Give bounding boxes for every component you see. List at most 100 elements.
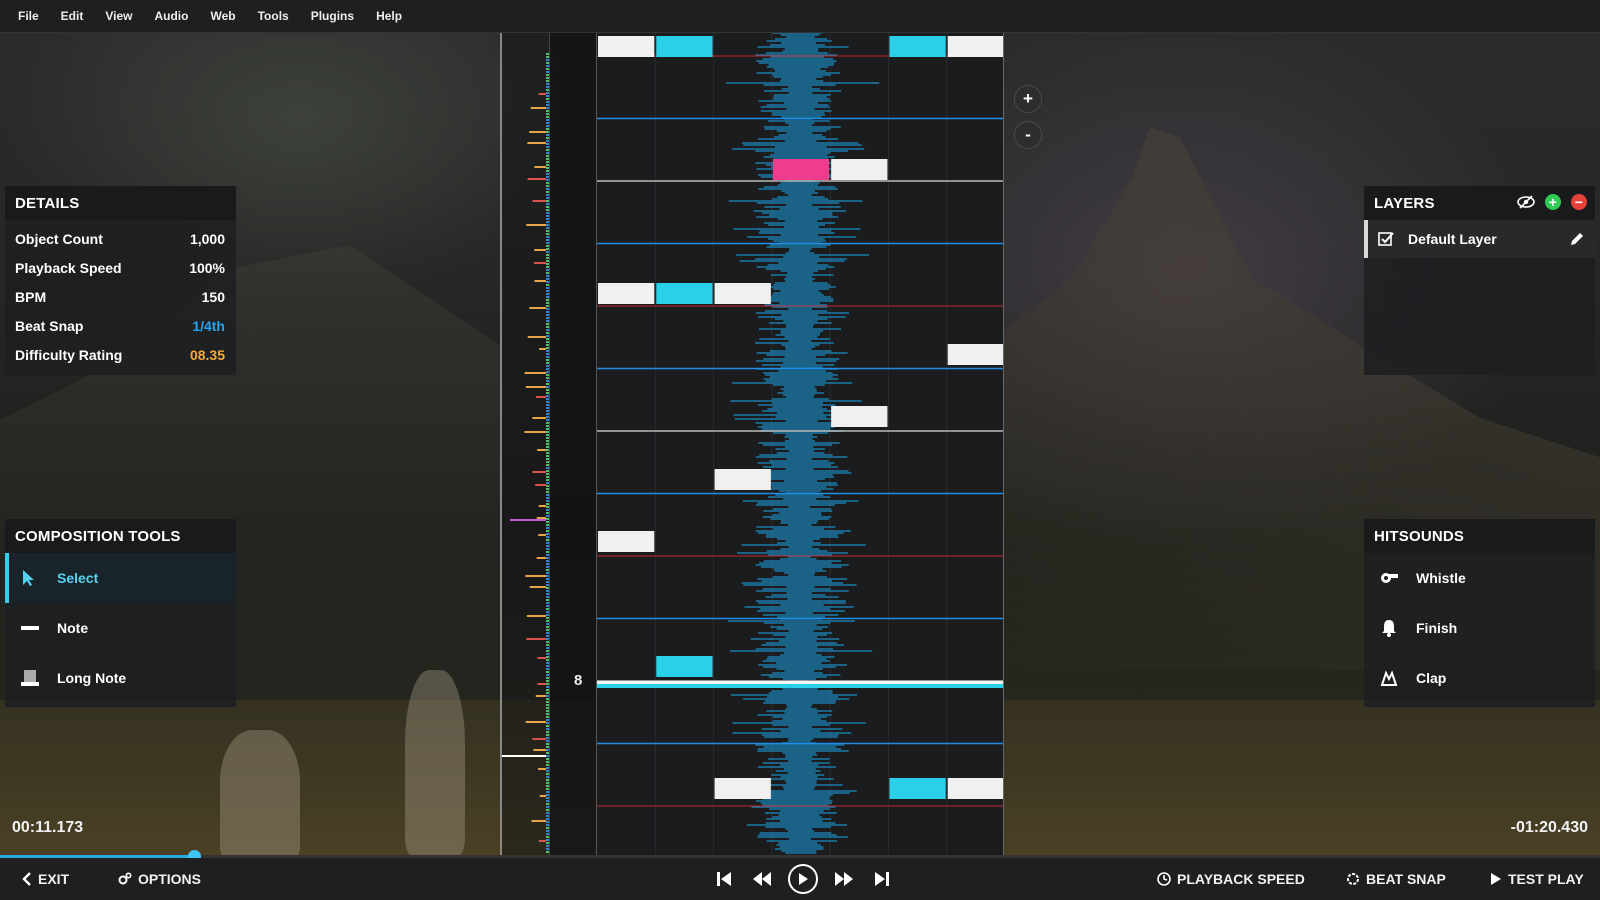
timeline-marker <box>546 602 549 604</box>
timeline-marker <box>546 620 549 622</box>
timeline-marker <box>546 827 549 829</box>
tool-label: Select <box>57 570 99 586</box>
note <box>831 159 888 180</box>
bottom-bar: EXIT OPTIONS PLAYBACK SPEED BEAT SNAP TE… <box>0 858 1600 900</box>
timeline-marker <box>526 638 546 640</box>
menu-tools[interactable]: Tools <box>258 9 289 23</box>
rewind-button[interactable] <box>750 867 774 891</box>
skip-to-end-button[interactable] <box>870 867 894 891</box>
menu-edit[interactable]: Edit <box>61 9 84 23</box>
hitsound-label: Clap <box>1416 670 1447 686</box>
remaining-time: -01:20.430 <box>1510 819 1588 836</box>
zoom-out-button[interactable]: - <box>1014 121 1042 149</box>
timeline-marker <box>546 665 549 667</box>
fast-forward-button[interactable] <box>832 867 856 891</box>
timeline-marker <box>546 812 549 814</box>
timeline-marker <box>546 449 549 451</box>
tool-select[interactable]: Select <box>5 553 236 603</box>
hitsound-whistle[interactable]: Whistle <box>1364 553 1595 603</box>
detail-value: 1/4th <box>192 317 225 334</box>
hitsound-clap[interactable]: Clap <box>1364 653 1595 703</box>
timeline-marker <box>525 721 546 723</box>
exit-label: EXIT <box>38 871 70 887</box>
background-figure <box>220 730 300 860</box>
timeline-marker <box>546 422 549 424</box>
timeline-marker <box>534 166 546 168</box>
tool-note[interactable]: Note <box>5 603 236 653</box>
layer-actions: + − <box>1517 194 1587 214</box>
timeline-marker <box>546 641 549 643</box>
zoom-in-button[interactable]: + <box>1014 85 1042 113</box>
timeline-marker <box>546 851 549 853</box>
timeline-marker <box>546 206 549 208</box>
timeline-marker <box>546 266 549 268</box>
timeline-marker <box>546 611 549 613</box>
timeline-marker <box>525 386 546 388</box>
timeline-marker <box>546 227 549 229</box>
menu-web[interactable]: Web <box>210 9 235 23</box>
note <box>831 406 888 427</box>
hide-layer-icon[interactable] <box>1517 194 1535 214</box>
tool-label: Note <box>57 620 89 636</box>
menu-audio[interactable]: Audio <box>154 9 188 23</box>
note <box>714 469 771 490</box>
timeline-marker <box>546 134 549 136</box>
timeline-marker <box>546 746 549 748</box>
beat-number: 8 <box>574 672 583 689</box>
timeline-marker <box>546 155 549 157</box>
timeline-marker <box>546 110 549 112</box>
timeline-marker <box>546 755 549 757</box>
timeline-marker <box>546 830 549 832</box>
timeline-marker <box>546 557 549 559</box>
rewind-icon <box>753 872 771 886</box>
hitsounds-title: HITSOUNDS <box>1364 519 1595 553</box>
skip-to-start-button[interactable] <box>712 867 736 891</box>
timeline-marker <box>546 626 549 628</box>
timeline-marker <box>546 548 549 550</box>
menu-view[interactable]: View <box>105 9 132 23</box>
options-button[interactable]: OPTIONS <box>118 858 201 900</box>
timeline-marker <box>546 482 549 484</box>
playfield[interactable] <box>596 33 1004 855</box>
timeline-marker <box>546 485 549 487</box>
timeline-marker <box>546 413 549 415</box>
timeline-marker <box>546 632 549 634</box>
timeline-marker <box>536 517 546 519</box>
timeline-marker <box>546 53 549 55</box>
composition-tools-panel: COMPOSITION TOOLS Select Note Long Note <box>5 519 236 707</box>
playback-speed-button[interactable]: PLAYBACK SPEED <box>1157 858 1305 900</box>
layer-label: Default Layer <box>1408 231 1497 247</box>
note <box>598 531 655 552</box>
menu-help[interactable]: Help <box>376 9 402 23</box>
timeline-marker <box>546 464 549 466</box>
tool-long-note[interactable]: Long Note <box>5 653 236 703</box>
layer-item-default[interactable]: Default Layer <box>1364 220 1595 258</box>
remove-layer-icon[interactable]: − <box>1571 194 1587 210</box>
menu-file[interactable]: File <box>18 9 39 23</box>
detail-row-playback-speed: Playback Speed 100% <box>5 253 236 282</box>
timeline-marker <box>546 194 549 196</box>
gear-icon <box>1346 872 1360 886</box>
add-layer-icon[interactable]: + <box>1545 194 1561 210</box>
edit-layer-icon[interactable] <box>1569 231 1585 250</box>
exit-button[interactable]: EXIT <box>22 858 69 900</box>
timeline-marker <box>546 131 549 133</box>
note <box>656 656 713 677</box>
beat-snap-button[interactable]: BEAT SNAP <box>1346 858 1446 900</box>
checkbox-checked-icon[interactable] <box>1378 231 1394 247</box>
timeline-marker <box>546 614 549 616</box>
timeline-overview[interactable] <box>500 33 550 855</box>
timeline-marker <box>546 707 549 709</box>
timeline-marker <box>546 263 549 265</box>
timeline-marker <box>546 149 549 151</box>
timeline-marker <box>546 197 549 199</box>
timeline-marker <box>546 137 549 139</box>
play-button[interactable] <box>788 864 818 894</box>
beat-number-column <box>550 33 596 855</box>
test-play-button[interactable]: TEST PLAY <box>1490 858 1584 900</box>
timeline-marker <box>546 506 549 508</box>
hitsound-finish[interactable]: Finish <box>1364 603 1595 653</box>
menu-plugins[interactable]: Plugins <box>311 9 354 23</box>
timeline-marker <box>546 320 549 322</box>
note <box>947 344 1003 365</box>
